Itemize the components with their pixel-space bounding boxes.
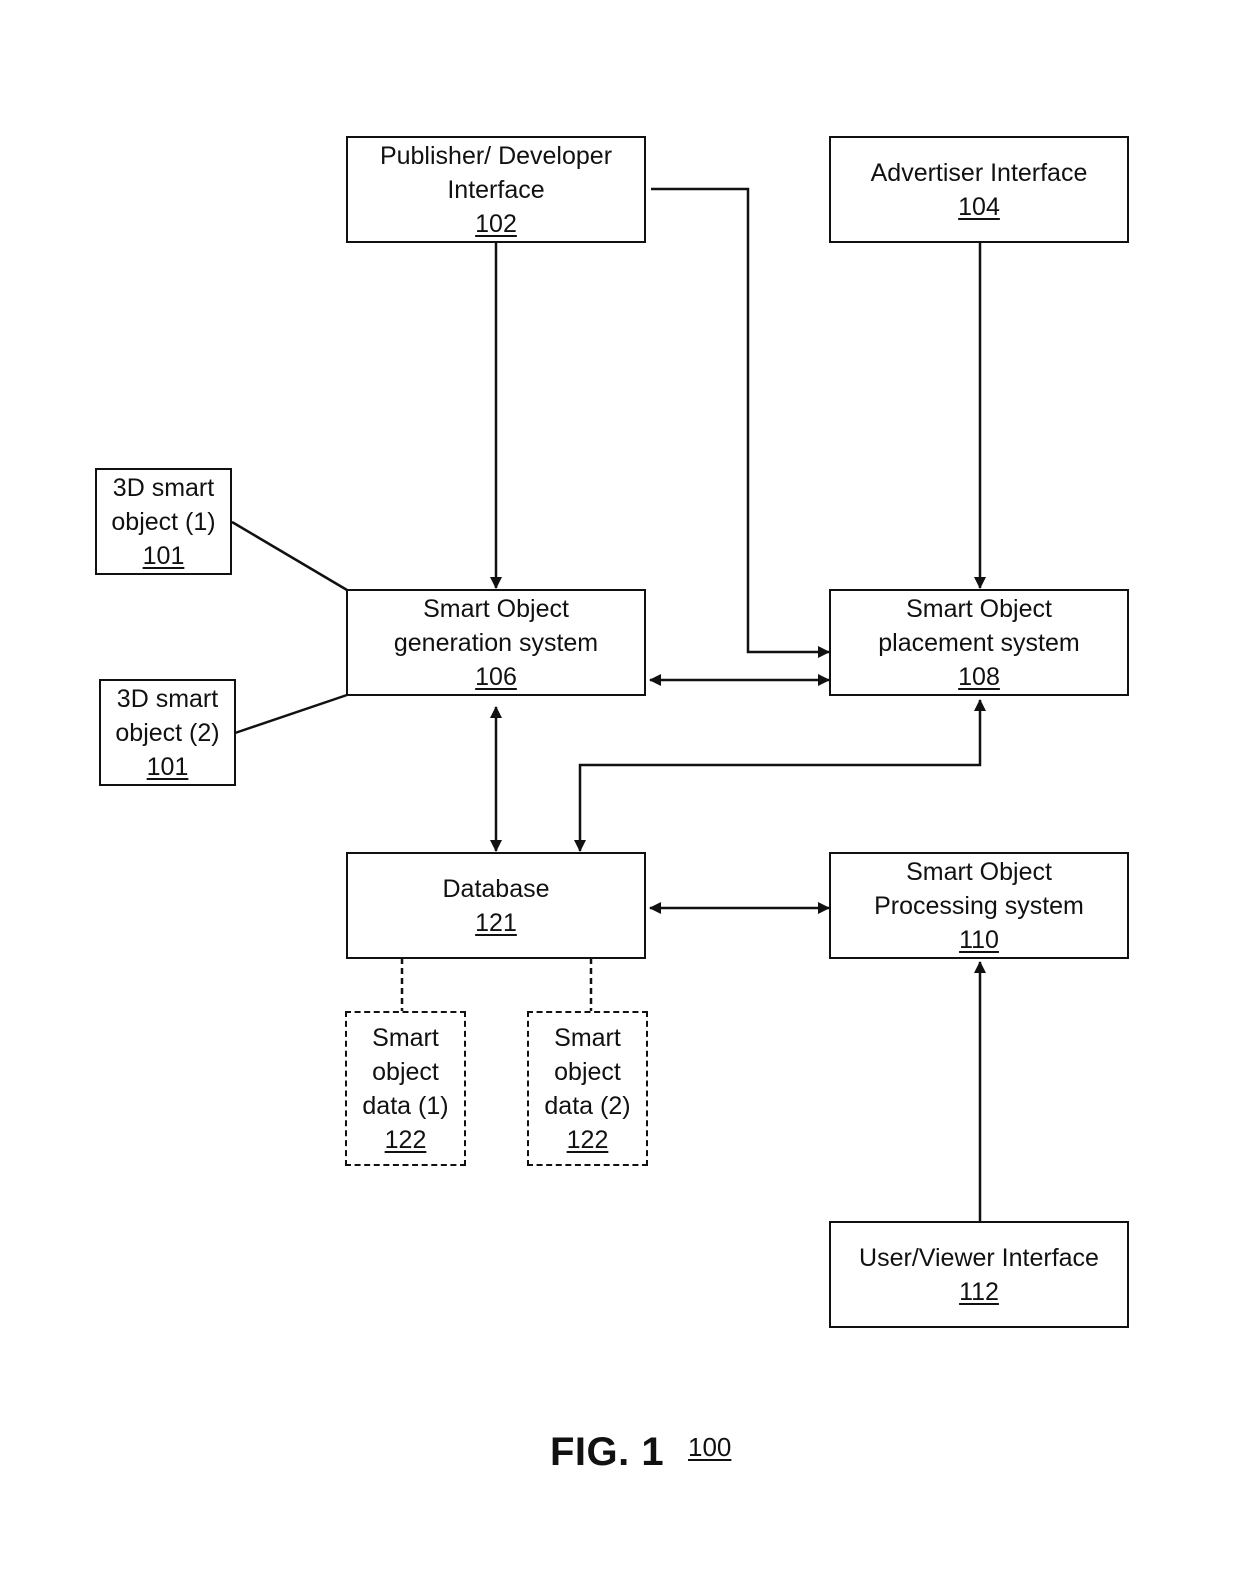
- node-label: Smart: [372, 1023, 439, 1052]
- node-label: Publisher/ Developer: [379, 141, 613, 170]
- edge-publisher-placement: [651, 187, 830, 658]
- node-label: object: [554, 1057, 621, 1086]
- node-smart-object-data-2: Smart object data (2) 122: [527, 1011, 648, 1166]
- node-label: User/Viewer Interface: [859, 1243, 1099, 1272]
- node-label: Database: [442, 874, 550, 903]
- node-label: object (2): [115, 718, 220, 747]
- node-label: Processing system: [874, 891, 1084, 920]
- node-label: Smart Object: [423, 594, 569, 623]
- figure-caption: FIG. 1: [550, 1430, 665, 1474]
- node-ref: 104: [958, 192, 1000, 221]
- node-smart-object-data-1: Smart object data (1) 122: [345, 1011, 466, 1166]
- node-ref: 110: [959, 925, 999, 954]
- node-ref: 101: [146, 752, 189, 781]
- node-label: object (1): [111, 507, 216, 536]
- node-ref: 108: [958, 662, 1000, 691]
- node-label: placement system: [878, 628, 1080, 657]
- node-smart-object-processing-system: Smart Object Processing system 110: [829, 852, 1129, 959]
- node-ref: 102: [475, 209, 517, 238]
- node-ref: 122: [384, 1125, 427, 1154]
- node-3d-smart-object-2: 3D smart object (2) 101: [99, 679, 236, 786]
- node-label: Smart: [554, 1023, 621, 1052]
- node-label: Advertiser Interface: [870, 158, 1088, 187]
- node-database: Database 121: [346, 852, 646, 959]
- node-ref: 112: [959, 1277, 999, 1306]
- node-3d-smart-object-1: 3D smart object (1) 101: [95, 468, 232, 575]
- node-label: generation system: [393, 628, 599, 657]
- node-label: Smart Object: [906, 594, 1052, 623]
- node-publisher-developer-interface: Publisher/ Developer Interface 102: [346, 136, 646, 243]
- node-label: data (1): [362, 1091, 449, 1120]
- edge-database-placement: [574, 699, 986, 852]
- node-smart-object-generation-system: Smart Object generation system 106: [346, 589, 646, 696]
- node-user-viewer-interface: User/Viewer Interface 112: [829, 1221, 1129, 1328]
- edge-obj1-generation: [231, 520, 348, 592]
- node-label: Smart Object: [906, 857, 1052, 886]
- node-ref: 101: [142, 541, 185, 570]
- node-label: Interface: [447, 175, 545, 204]
- node-label: data (2): [544, 1091, 631, 1120]
- node-label: 3D smart: [116, 684, 219, 713]
- node-ref: 122: [566, 1125, 609, 1154]
- node-advertiser-interface: Advertiser Interface 104: [829, 136, 1129, 243]
- node-ref: 121: [475, 908, 517, 937]
- edge-obj2-generation: [234, 693, 348, 735]
- figure-reference-number: 100: [688, 1432, 732, 1462]
- node-label: 3D smart: [112, 473, 215, 502]
- node-ref: 106: [475, 662, 517, 691]
- node-smart-object-placement-system: Smart Object placement system 108: [829, 589, 1129, 696]
- node-label: object: [372, 1057, 439, 1086]
